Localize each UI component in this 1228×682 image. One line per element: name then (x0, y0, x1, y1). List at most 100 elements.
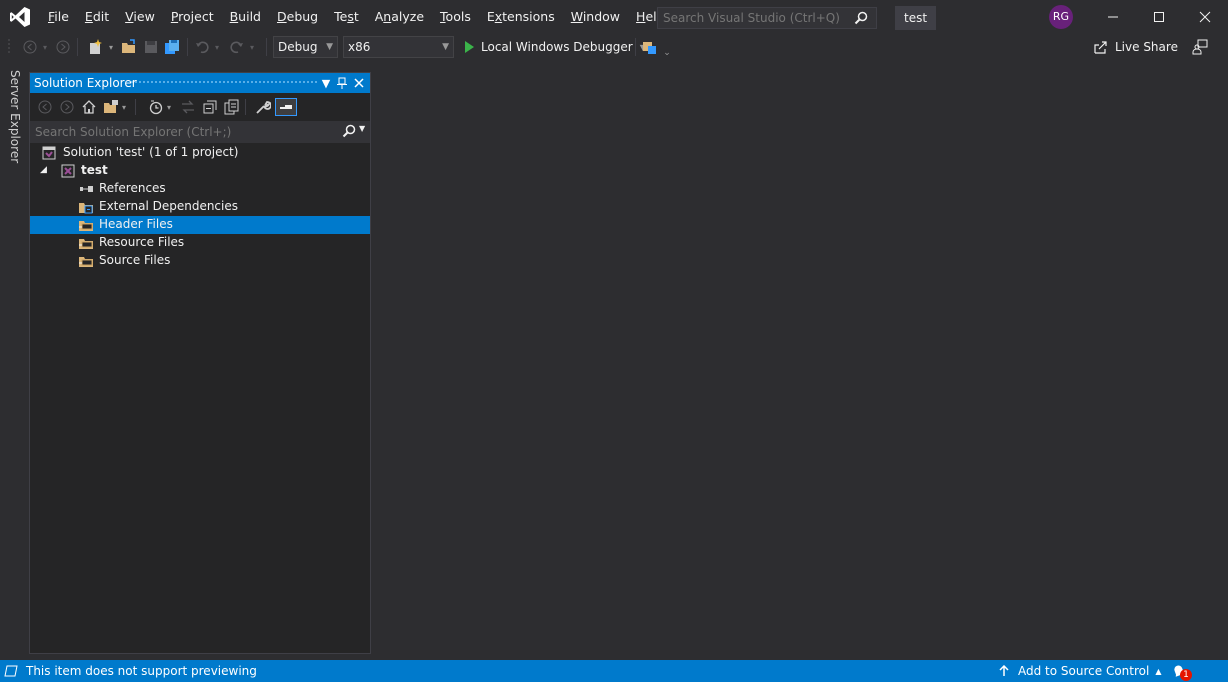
feedback-icon[interactable] (1191, 37, 1209, 57)
toolbar-overflow-icon[interactable]: ⌄ (662, 43, 672, 63)
toolbar-grip (6, 37, 12, 57)
tree-item[interactable]: Source Files (30, 252, 370, 270)
preview-icon (4, 664, 18, 681)
window-position-dropdown-icon[interactable]: ▼ (318, 75, 334, 91)
solution-explorer-toolbar: ▾ ▾ (30, 93, 370, 121)
menu-item[interactable]: Analyze (367, 0, 432, 34)
save-icon[interactable] (142, 37, 160, 57)
search-options-dropdown-icon[interactable]: ▼ (359, 124, 365, 133)
search-icon (854, 11, 868, 28)
menu-item[interactable]: Build (222, 0, 269, 34)
tree-item-label: test (81, 163, 108, 177)
undo-dropdown-icon[interactable]: ▾ (212, 37, 222, 57)
menu-item[interactable]: Project (163, 0, 222, 34)
minimize-button[interactable] (1090, 0, 1136, 34)
back-icon[interactable] (35, 98, 55, 116)
search-icon[interactable] (342, 124, 356, 141)
menu-item[interactable]: Test (326, 0, 367, 34)
debugger-label: Local Windows Debugger (481, 40, 633, 54)
live-share-icon (1094, 41, 1107, 54)
menu-item[interactable]: Tools (432, 0, 479, 34)
toolbar-separator (244, 98, 246, 116)
maximize-icon (1154, 12, 1164, 22)
menu-item[interactable]: Extensions (479, 0, 563, 34)
solution-name-badge: test (895, 6, 937, 30)
redo-icon[interactable] (229, 37, 245, 57)
navigate-back-icon[interactable] (22, 37, 38, 57)
redo-dropdown-icon[interactable]: ▾ (247, 37, 257, 57)
solution-explorer-header[interactable]: Solution Explorer ▼ (30, 73, 370, 93)
standard-toolbar: ▾ ▾ ▾ ▾ Debug ▼ x86 ▼ Local Windows Debu… (0, 34, 1228, 60)
search-visual-studio-input[interactable] (658, 11, 848, 25)
navigate-forward-icon[interactable] (55, 37, 71, 57)
class-view-icon[interactable] (641, 37, 659, 57)
undo-icon[interactable] (194, 37, 210, 57)
tree-item[interactable]: External Dependencies (30, 198, 370, 216)
new-dropdown-icon[interactable]: ▾ (106, 37, 116, 57)
solution-tree: Solution 'test' (1 of 1 project) ◢ test … (30, 143, 370, 270)
collapse-all-icon[interactable] (200, 98, 220, 116)
switch-views-icon[interactable] (101, 98, 121, 116)
live-share-button[interactable]: Live Share (1093, 37, 1178, 57)
chevron-up-icon: ▲ (1155, 666, 1162, 676)
panel-title: Solution Explorer (34, 76, 137, 90)
server-explorer-tab[interactable]: Server Explorer (0, 64, 28, 164)
new-project-icon[interactable] (86, 37, 104, 57)
add-to-source-control-button[interactable]: Add to Source Control ▲ (998, 664, 1161, 678)
visual-studio-logo-icon[interactable] (0, 0, 40, 34)
tree-item[interactable]: Header Files (30, 216, 370, 234)
back-dropdown-icon[interactable]: ▾ (40, 37, 50, 57)
live-share-label: Live Share (1115, 40, 1178, 54)
filter-folder-icon (79, 218, 93, 232)
forward-icon[interactable] (57, 98, 77, 116)
pending-changes-filter-icon[interactable] (146, 98, 166, 116)
pin-icon[interactable] (334, 75, 350, 91)
solution-configuration-dropdown[interactable]: Debug ▼ (273, 36, 338, 58)
tree-item-label: References (99, 181, 166, 195)
preview-selected-items-icon[interactable] (275, 98, 297, 116)
open-file-icon[interactable] (120, 37, 138, 57)
menu-item[interactable]: Window (563, 0, 628, 34)
menu-item[interactable]: Edit (77, 0, 117, 34)
source-control-label: Add to Source Control (1018, 664, 1150, 678)
save-all-icon[interactable] (163, 37, 181, 57)
solution-explorer-search[interactable]: ▼ (30, 121, 370, 143)
menu-item[interactable]: Debug (269, 0, 326, 34)
toolbar-separator (634, 37, 636, 57)
play-icon (465, 41, 474, 53)
chevron-down-icon: ▼ (326, 42, 333, 52)
close-panel-icon[interactable] (351, 75, 367, 91)
references-icon (79, 182, 93, 196)
title-bar: File Edit View Project Build Debug Test Analyze… (0, 0, 1228, 34)
close-window-button[interactable] (1182, 0, 1228, 34)
menu-item[interactable]: View (117, 0, 163, 34)
solution-configuration-value: Debug (278, 40, 318, 54)
solution-explorer-panel: Solution Explorer ▼ ▾ ▾ Search Solution … (29, 72, 371, 654)
chevron-down-icon: ▼ (442, 42, 449, 52)
tree-item[interactable]: References (30, 180, 370, 198)
start-debugging-button[interactable]: Local Windows Debugger ▼ (462, 37, 646, 57)
expanded-triangle-icon[interactable]: ◢ (40, 165, 47, 175)
switch-views-dropdown-icon[interactable]: ▾ (119, 98, 129, 116)
tree-item-label: Resource Files (99, 235, 185, 249)
solution-explorer-search-input[interactable] (30, 125, 330, 139)
filter-dropdown-icon[interactable]: ▾ (164, 98, 174, 116)
status-message: This item does not support previewing (26, 664, 257, 678)
home-icon[interactable] (79, 98, 99, 116)
sync-with-active-document-icon[interactable] (178, 98, 198, 116)
panel-grip[interactable] (130, 80, 318, 85)
tree-item[interactable]: Resource Files (30, 234, 370, 252)
tree-item-project[interactable]: ◢ test (30, 162, 370, 180)
toolbar-separator (134, 98, 136, 116)
search-visual-studio[interactable] (657, 7, 877, 29)
show-all-files-icon[interactable] (222, 98, 242, 116)
avatar[interactable]: RG (1049, 5, 1073, 29)
maximize-button[interactable] (1136, 0, 1182, 34)
solution-platform-dropdown[interactable]: x86 ▼ (343, 36, 454, 58)
tree-item-solution[interactable]: Solution 'test' (1 of 1 project) (30, 144, 370, 162)
menu-item[interactable]: File (40, 0, 77, 34)
server-explorer-label: Server Explorer (8, 70, 22, 164)
status-bar: This item does not support previewing Ad… (0, 660, 1228, 682)
properties-wrench-icon[interactable] (253, 98, 273, 116)
tree-item-label: Source Files (99, 253, 171, 267)
